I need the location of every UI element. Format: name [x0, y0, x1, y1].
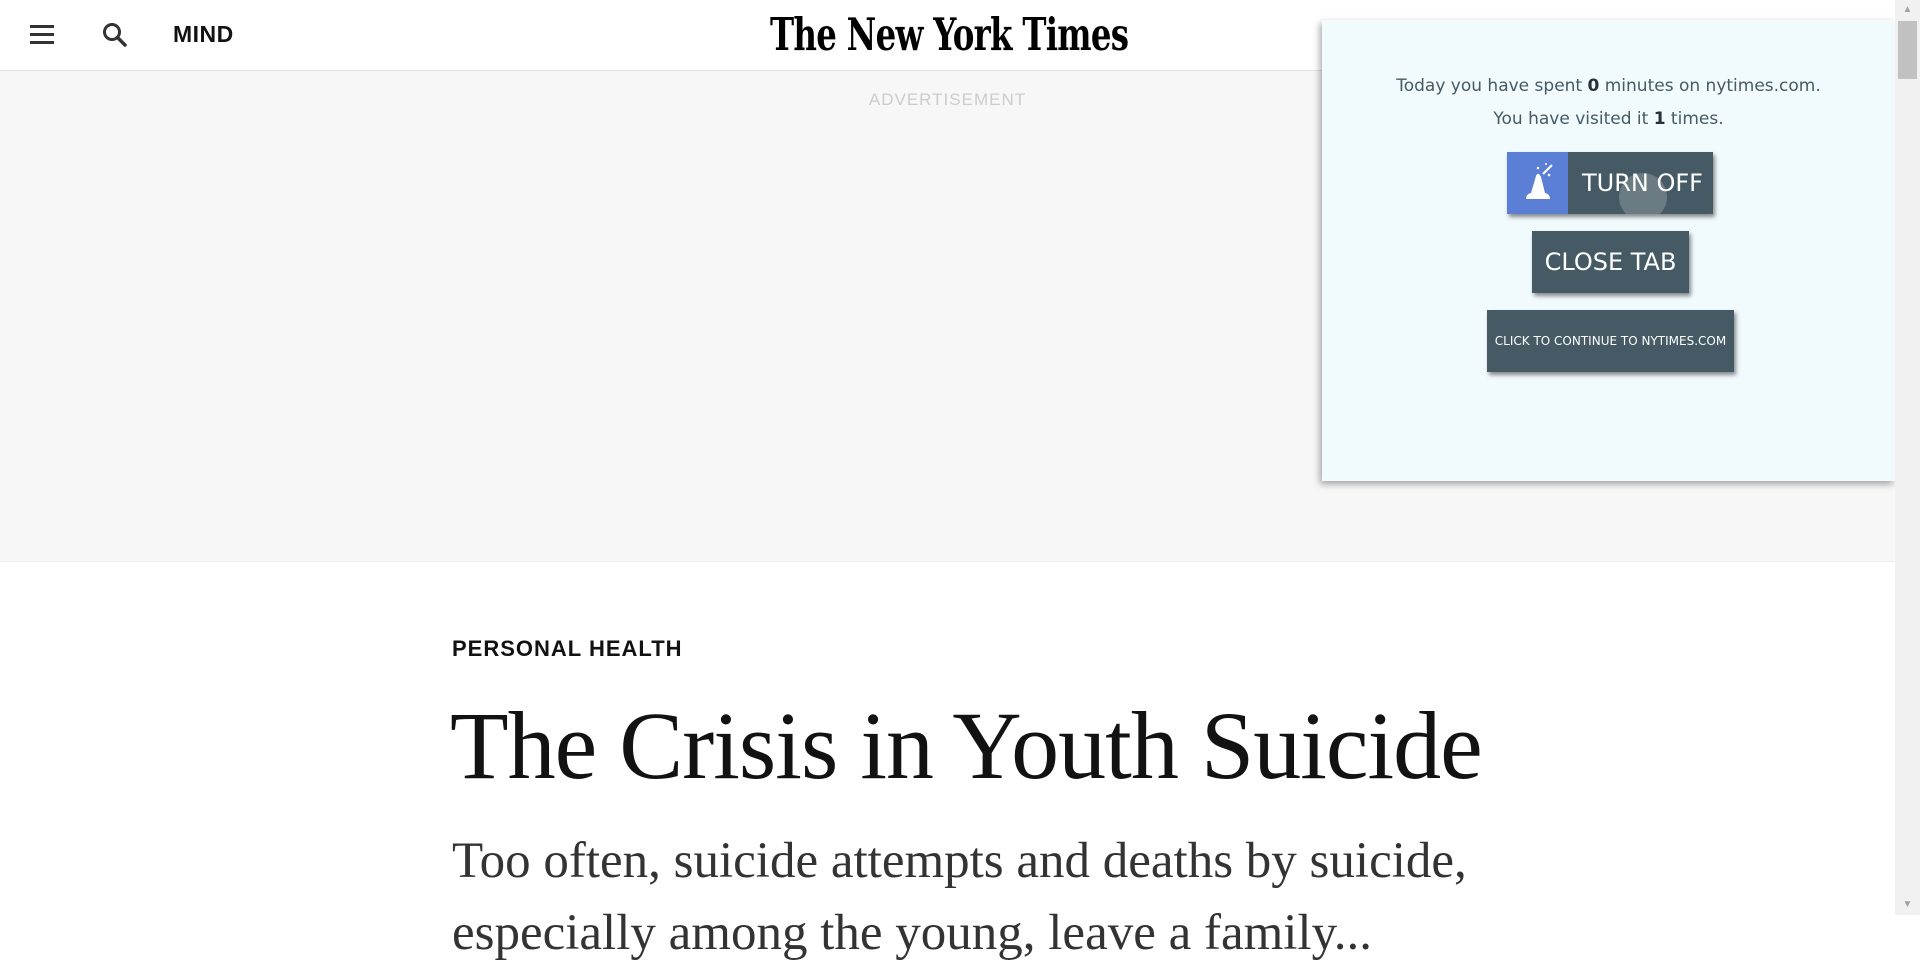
- scroll-thumb[interactable]: [1898, 21, 1917, 79]
- continue-to-site-button[interactable]: CLICK TO CONTINUE TO NYTIMES.COM: [1487, 310, 1734, 372]
- wizard-hat-icon: [1507, 152, 1568, 214]
- page-scrollbar[interactable]: ▲ ▼: [1895, 0, 1920, 915]
- scroll-down-arrow-icon[interactable]: ▼: [1895, 895, 1920, 915]
- time-tracker-popup: Today you have spent 0 minutes on nytime…: [1322, 20, 1895, 481]
- nyt-logo[interactable]: The New York Times: [770, 8, 1129, 61]
- time-spent-prefix: Today you have spent: [1396, 76, 1588, 96]
- article-summary: Too often, suicide attempts and deaths b…: [452, 833, 1467, 961]
- section-link-mind[interactable]: MIND: [173, 21, 234, 48]
- time-spent-suffix: minutes on nytimes.com.: [1599, 76, 1821, 96]
- article-kicker[interactable]: PERSONAL HEALTH: [452, 636, 683, 662]
- visit-count-value: 1: [1653, 109, 1666, 129]
- scroll-up-arrow-icon[interactable]: ▲: [1895, 0, 1920, 20]
- search-icon[interactable]: [100, 20, 130, 50]
- hamburger-menu-icon[interactable]: [28, 22, 58, 48]
- visit-count-prefix: You have visited it: [1493, 109, 1654, 129]
- click-ripple: [1619, 173, 1667, 214]
- time-spent-minutes: 0: [1587, 76, 1600, 96]
- turn-off-button[interactable]: TURN OFF: [1507, 152, 1713, 214]
- close-tab-button[interactable]: CLOSE TAB: [1532, 231, 1689, 293]
- visit-count-text: You have visited it 1 times.: [1322, 109, 1895, 129]
- time-spent-text: Today you have spent 0 minutes on nytime…: [1322, 76, 1895, 96]
- article-headline: The Crisis in Youth Suicide: [450, 692, 1483, 799]
- visit-count-suffix: times.: [1665, 109, 1724, 129]
